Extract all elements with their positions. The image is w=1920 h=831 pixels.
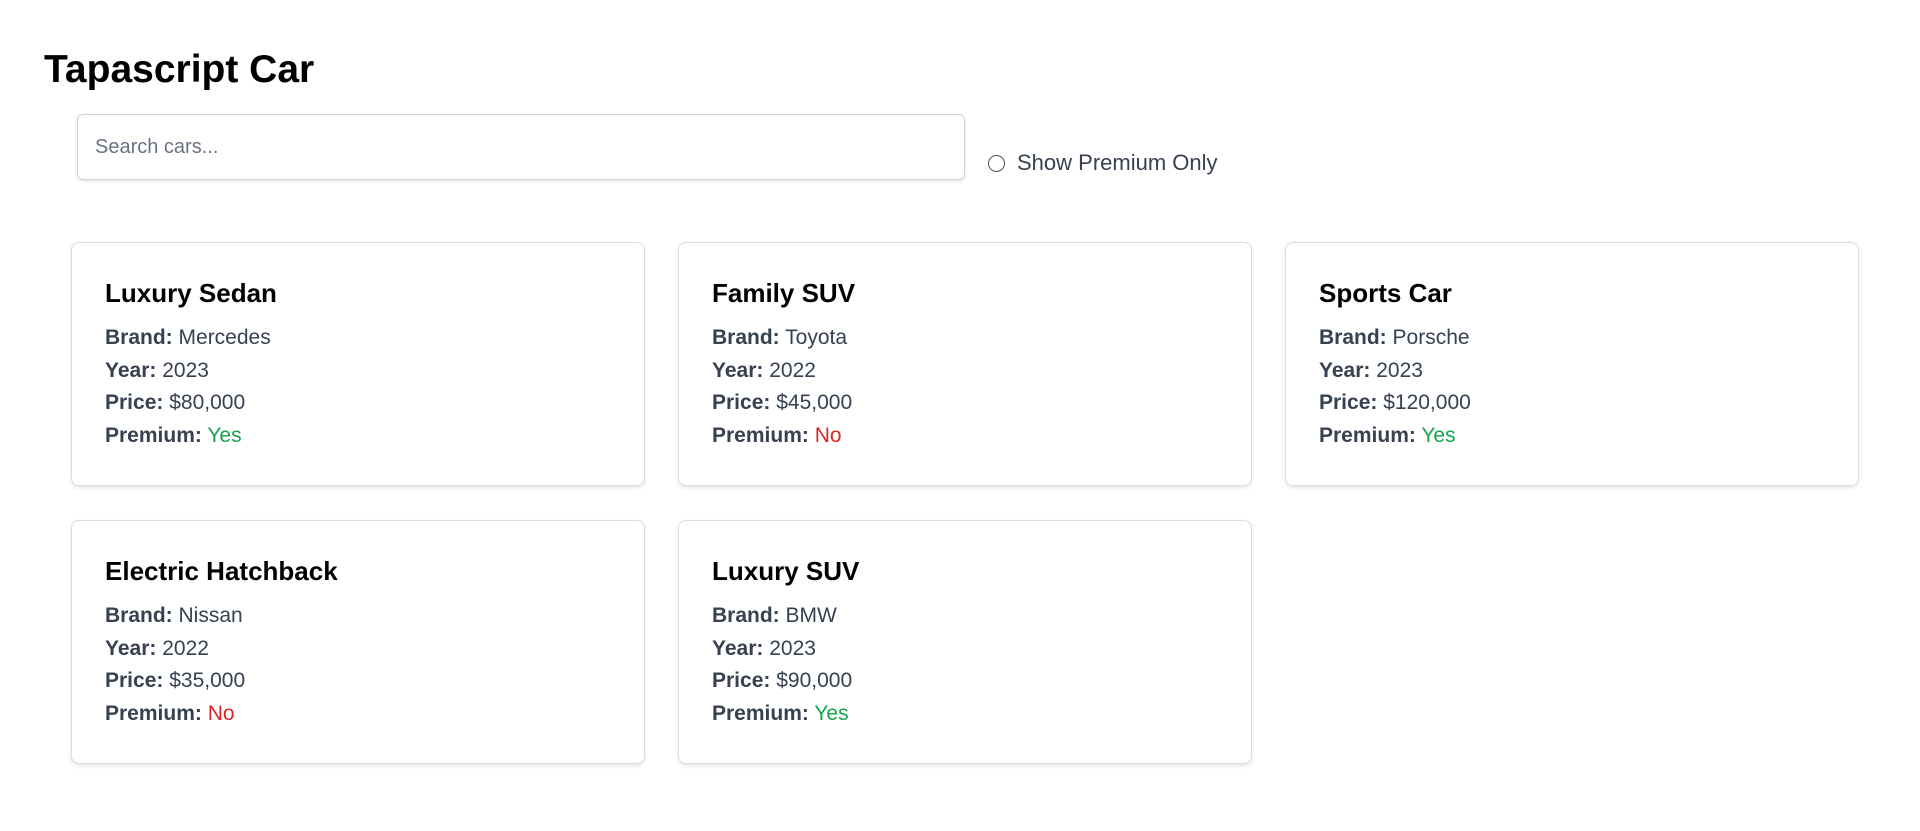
brand-label: Brand: bbox=[712, 604, 780, 627]
premium-label: Premium: bbox=[105, 423, 202, 447]
car-year-row: Year: 2022 bbox=[712, 355, 1218, 388]
car-card: Luxury Sedan Brand: Mercedes Year: 2023 … bbox=[71, 242, 645, 486]
year-label: Year: bbox=[712, 636, 764, 660]
premium-label: Premium: bbox=[1319, 423, 1416, 447]
car-year: 2023 bbox=[769, 636, 816, 660]
price-label: Price: bbox=[712, 669, 771, 692]
premium-only-label: Show Premium Only bbox=[1017, 150, 1218, 175]
brand-label: Brand: bbox=[1319, 326, 1387, 349]
car-name: Luxury Sedan bbox=[105, 278, 277, 308]
car-year: 2023 bbox=[1376, 358, 1423, 382]
car-premium: Yes bbox=[207, 423, 242, 447]
car-premium-row: Premium: No bbox=[712, 420, 1218, 453]
car-price: $35,000 bbox=[169, 669, 246, 692]
car-price-row: Price: $80,000 bbox=[105, 387, 611, 420]
price-label: Price: bbox=[712, 391, 771, 414]
search-input[interactable] bbox=[77, 114, 965, 180]
car-premium-row: Premium: Yes bbox=[105, 420, 611, 453]
car-premium: Yes bbox=[1421, 423, 1456, 447]
car-name: Luxury SUV bbox=[712, 556, 860, 586]
car-premium: No bbox=[814, 423, 842, 447]
car-brand: Mercedes bbox=[178, 326, 271, 349]
brand-label: Brand: bbox=[712, 326, 780, 349]
car-premium-row: Premium: Yes bbox=[1319, 420, 1825, 453]
car-price-row: Price: $45,000 bbox=[712, 387, 1218, 420]
car-card: Family SUV Brand: Toyota Year: 2022 Pric… bbox=[678, 242, 1252, 486]
car-year-row: Year: 2023 bbox=[1319, 355, 1825, 388]
car-price: $45,000 bbox=[776, 391, 853, 414]
car-premium-row: Premium: Yes bbox=[712, 698, 1218, 731]
car-price: $120,000 bbox=[1383, 391, 1471, 414]
premium-label: Premium: bbox=[712, 423, 809, 447]
price-label: Price: bbox=[105, 669, 164, 692]
filter-controls: Show Premium Only bbox=[77, 114, 1237, 182]
car-price: $80,000 bbox=[169, 391, 246, 414]
car-year-row: Year: 2023 bbox=[712, 633, 1218, 666]
car-price-row: Price: $120,000 bbox=[1319, 387, 1825, 420]
car-price-row: Price: $35,000 bbox=[105, 665, 611, 698]
car-app-page: Tapascript Car Show Premium Only Luxury … bbox=[0, 0, 1920, 831]
price-label: Price: bbox=[1319, 391, 1378, 414]
car-year-row: Year: 2022 bbox=[105, 633, 611, 666]
car-name: Family SUV bbox=[712, 278, 856, 308]
car-name: Electric Hatchback bbox=[105, 556, 338, 586]
year-label: Year: bbox=[105, 358, 157, 382]
car-price: $90,000 bbox=[776, 669, 853, 692]
premium-label: Premium: bbox=[105, 701, 202, 725]
car-brand-row: Brand: Toyota bbox=[712, 322, 1218, 355]
car-year: 2023 bbox=[162, 358, 209, 382]
car-brand-row: Brand: Mercedes bbox=[105, 322, 611, 355]
car-brand: Porsche bbox=[1392, 326, 1470, 349]
car-premium-row: Premium: No bbox=[105, 698, 611, 731]
premium-only-toggle[interactable]: Show Premium Only bbox=[988, 150, 1218, 176]
car-premium: Yes bbox=[814, 701, 849, 725]
car-year: 2022 bbox=[162, 636, 209, 660]
brand-label: Brand: bbox=[105, 326, 173, 349]
car-brand-row: Brand: BMW bbox=[712, 600, 1218, 633]
car-card: Luxury SUV Brand: BMW Year: 2023 Price: … bbox=[678, 520, 1252, 764]
year-label: Year: bbox=[712, 358, 764, 382]
year-label: Year: bbox=[1319, 358, 1371, 382]
premium-label: Premium: bbox=[712, 701, 809, 725]
car-brand: Toyota bbox=[785, 326, 848, 349]
car-brand-row: Brand: Porsche bbox=[1319, 322, 1825, 355]
car-name: Sports Car bbox=[1319, 278, 1452, 308]
car-card: Electric Hatchback Brand: Nissan Year: 2… bbox=[71, 520, 645, 764]
car-brand-row: Brand: Nissan bbox=[105, 600, 611, 633]
car-card: Sports Car Brand: Porsche Year: 2023 Pri… bbox=[1285, 242, 1859, 486]
premium-only-radio[interactable] bbox=[988, 154, 1005, 172]
page-title: Tapascript Car bbox=[44, 48, 315, 91]
brand-label: Brand: bbox=[105, 604, 173, 627]
car-year-row: Year: 2023 bbox=[105, 355, 611, 388]
price-label: Price: bbox=[105, 391, 164, 414]
year-label: Year: bbox=[105, 636, 157, 660]
car-year: 2022 bbox=[769, 358, 816, 382]
car-premium: No bbox=[207, 701, 235, 725]
car-brand: BMW bbox=[785, 604, 837, 627]
car-brand: Nissan bbox=[178, 604, 243, 627]
car-price-row: Price: $90,000 bbox=[712, 665, 1218, 698]
